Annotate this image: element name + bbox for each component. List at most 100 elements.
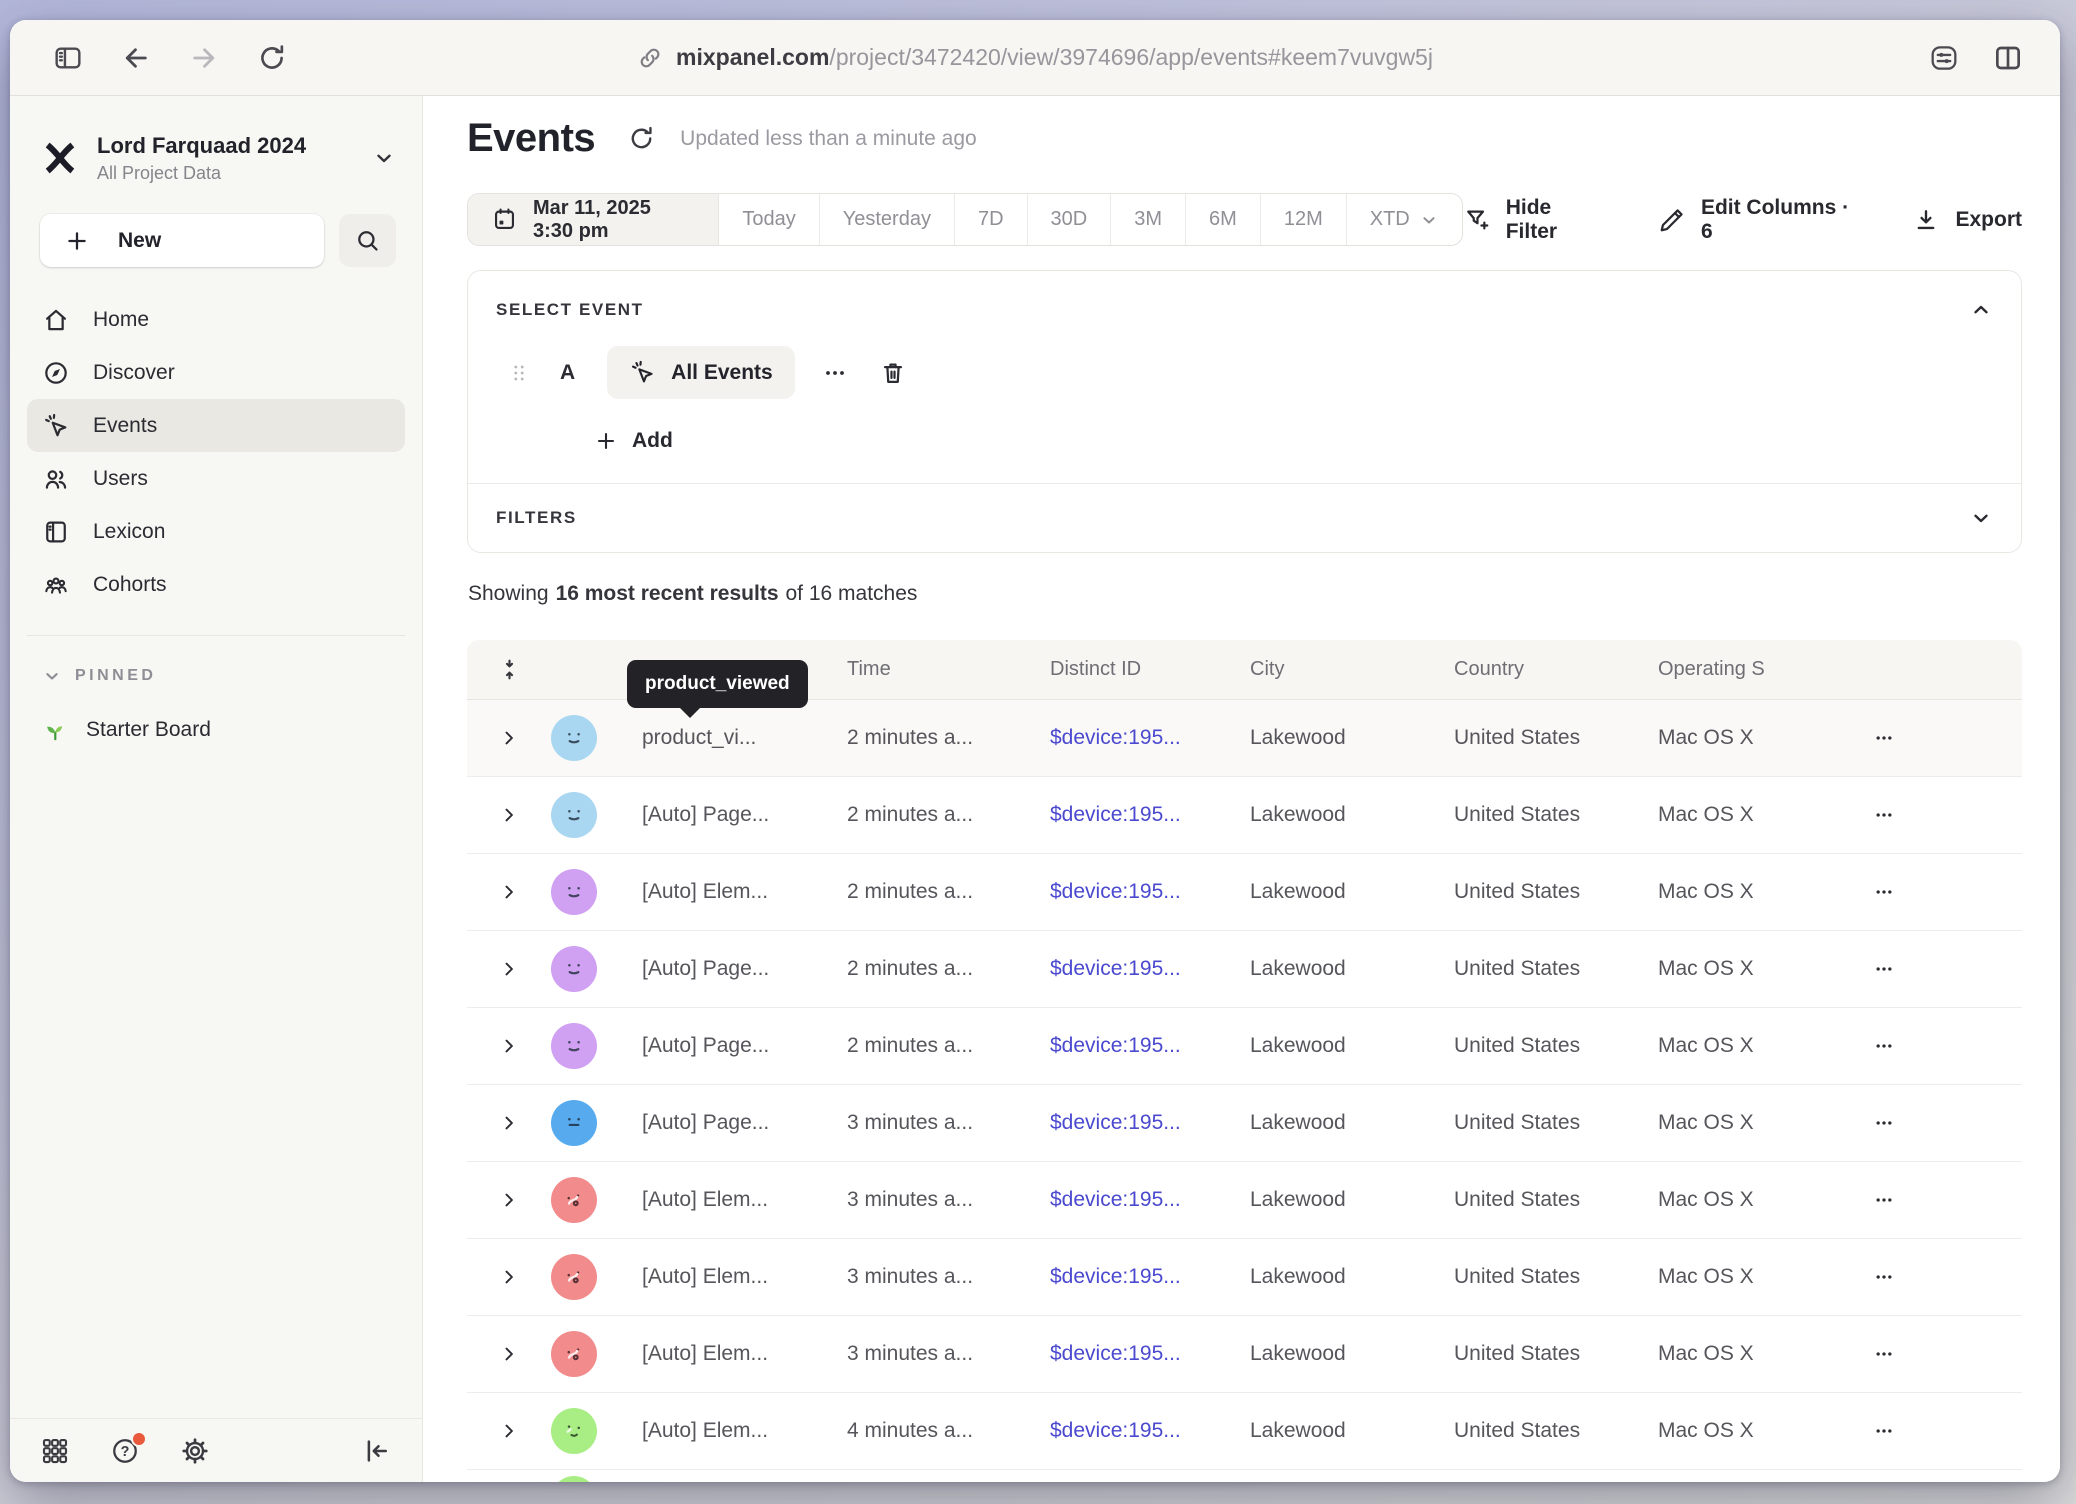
search-button[interactable] <box>339 214 396 267</box>
column-header-distinct-id[interactable]: Distinct ID <box>1050 658 1250 681</box>
range-12m[interactable]: 12M <box>1261 194 1347 245</box>
help-button[interactable]: ? <box>110 1436 140 1466</box>
sidebar-item-users[interactable]: Users <box>27 452 405 505</box>
refresh-icon[interactable] <box>627 124 656 153</box>
expand-row-icon[interactable] <box>467 959 551 979</box>
sidebar-item-cohorts[interactable]: Cohorts <box>27 558 405 611</box>
table-row-partial[interactable] <box>467 1470 2022 1482</box>
sidebar-item-starter-board[interactable]: Starter Board <box>42 716 422 743</box>
distinct-id-link[interactable]: $device:195... <box>1050 803 1250 827</box>
apps-grid-icon[interactable] <box>40 1436 70 1466</box>
distinct-id-link[interactable]: $device:195... <box>1050 1034 1250 1058</box>
row-menu-icon[interactable] <box>1860 1421 1908 1441</box>
expand-row-icon[interactable] <box>467 1267 551 1287</box>
back-icon[interactable] <box>120 42 152 74</box>
row-menu-icon[interactable] <box>1860 805 1908 825</box>
expand-row-icon[interactable] <box>467 1113 551 1133</box>
collapse-section-icon[interactable] <box>1969 298 1993 322</box>
distinct-id-link[interactable]: $device:195... <box>1050 1342 1250 1366</box>
add-event-button[interactable]: Add <box>594 429 1993 453</box>
table-row[interactable]: [Auto] Page... 3 minutes a... $device:19… <box>467 1085 2022 1162</box>
pencil-icon <box>1658 206 1686 234</box>
country-cell: United States <box>1454 880 1658 904</box>
trash-icon[interactable] <box>879 359 907 387</box>
collapse-all-rows-icon[interactable] <box>467 657 551 682</box>
distinct-id-link[interactable]: $device:195... <box>1050 1265 1250 1289</box>
avatar <box>551 869 597 915</box>
avatar <box>551 1331 597 1377</box>
range-7d[interactable]: 7D <box>955 194 1028 245</box>
hide-filter-button[interactable]: Hide Filter <box>1463 196 1600 244</box>
row-menu-icon[interactable] <box>1860 1036 1908 1056</box>
table-row[interactable]: [Auto] Elem... 2 minutes a... $device:19… <box>467 854 2022 931</box>
row-menu-icon[interactable] <box>1860 1267 1908 1287</box>
row-menu-icon[interactable] <box>1860 1113 1908 1133</box>
table-row[interactable]: [Auto] Elem... 3 minutes a... $device:19… <box>467 1316 2022 1393</box>
row-menu-icon[interactable] <box>1860 882 1908 902</box>
event-time: 3 minutes a... <box>847 1342 1050 1366</box>
expand-row-icon[interactable] <box>467 1421 551 1441</box>
table-row[interactable]: [Auto] Elem... 3 minutes a... $device:19… <box>467 1162 2022 1239</box>
split-view-icon[interactable] <box>1992 42 2024 74</box>
url-bar[interactable]: mixpanel.com/project/3472420/view/397469… <box>637 44 1433 71</box>
column-header-time[interactable]: Time <box>847 658 1050 681</box>
sidebar-item-discover[interactable]: Discover <box>27 346 405 399</box>
distinct-id-link[interactable]: $device:195... <box>1050 726 1250 750</box>
drag-handle-icon[interactable] <box>508 362 530 384</box>
table-row[interactable]: [Auto] Page... 2 minutes a... $device:19… <box>467 777 2022 854</box>
event-selector-chip[interactable]: All Events <box>607 346 795 399</box>
export-button[interactable]: Export <box>1912 206 2022 234</box>
range-today[interactable]: Today <box>719 194 819 245</box>
distinct-id-link[interactable]: $device:195... <box>1050 957 1250 981</box>
gear-icon[interactable] <box>180 1436 210 1466</box>
expand-filters-icon[interactable] <box>1969 506 1993 530</box>
date-picker[interactable]: Mar 11, 2025 3:30 pm <box>468 194 719 245</box>
chevron-down-icon <box>1419 210 1439 230</box>
edit-columns-button[interactable]: Edit Columns · 6 <box>1658 196 1855 244</box>
expand-row-icon[interactable] <box>467 1036 551 1056</box>
pinned-section-header[interactable]: PINNED <box>42 666 422 686</box>
city-cell: Lakewood <box>1250 726 1454 750</box>
range-yesterday[interactable]: Yesterday <box>820 194 955 245</box>
distinct-id-link[interactable]: $device:195... <box>1050 1188 1250 1212</box>
avatar <box>551 1254 597 1300</box>
column-header-city[interactable]: City <box>1250 658 1454 681</box>
expand-row-icon[interactable] <box>467 805 551 825</box>
range-6m[interactable]: 6M <box>1186 194 1261 245</box>
city-cell: Lakewood <box>1250 1419 1454 1443</box>
expand-row-icon[interactable] <box>467 882 551 902</box>
row-menu-icon[interactable] <box>1860 728 1908 748</box>
range-30d[interactable]: 30D <box>1028 194 1112 245</box>
table-row[interactable]: [Auto] Elem... 4 minutes a... $device:19… <box>467 1393 2022 1470</box>
table-row[interactable]: [Auto] Elem... 3 minutes a... $device:19… <box>467 1239 2022 1316</box>
reload-icon[interactable] <box>256 42 288 74</box>
collapse-left-icon[interactable] <box>362 1436 392 1466</box>
expand-row-icon[interactable] <box>467 728 551 748</box>
row-menu-icon[interactable] <box>1860 1190 1908 1210</box>
expand-row-icon[interactable] <box>467 1344 551 1364</box>
column-header-country[interactable]: Country <box>1454 658 1658 681</box>
sidebar-item-events[interactable]: Events <box>27 399 405 452</box>
sidebar-item-home[interactable]: Home <box>27 293 405 346</box>
range-xtd[interactable]: XTD <box>1347 194 1462 245</box>
os-cell: Mac OS X <box>1658 803 1860 827</box>
distinct-id-link[interactable]: $device:195... <box>1050 1111 1250 1135</box>
new-button[interactable]: New <box>40 214 324 267</box>
distinct-id-link[interactable]: $device:195... <box>1050 880 1250 904</box>
sidebar-toggle-icon[interactable] <box>52 42 84 74</box>
row-menu-icon[interactable] <box>1860 959 1908 979</box>
table-row[interactable]: [Auto] Page... 2 minutes a... $device:19… <box>467 931 2022 1008</box>
table-row[interactable]: [Auto] Page... 2 minutes a... $device:19… <box>467 1008 2022 1085</box>
more-options-icon[interactable] <box>823 361 847 385</box>
country-cell: United States <box>1454 1034 1658 1058</box>
os-cell: Mac OS X <box>1658 880 1860 904</box>
project-switcher[interactable]: Lord Farquaad 2024 All Project Data <box>40 132 396 184</box>
sidebar-item-lexicon[interactable]: Lexicon <box>27 505 405 558</box>
distinct-id-link[interactable]: $device:195... <box>1050 1419 1250 1443</box>
column-header-os[interactable]: Operating S <box>1658 658 1860 681</box>
expand-row-icon[interactable] <box>467 1190 551 1210</box>
range-3m[interactable]: 3M <box>1111 194 1186 245</box>
tune-icon[interactable] <box>1928 42 1960 74</box>
row-menu-icon[interactable] <box>1860 1344 1908 1364</box>
sidebar: Lord Farquaad 2024 All Project Data New <box>10 96 423 1482</box>
